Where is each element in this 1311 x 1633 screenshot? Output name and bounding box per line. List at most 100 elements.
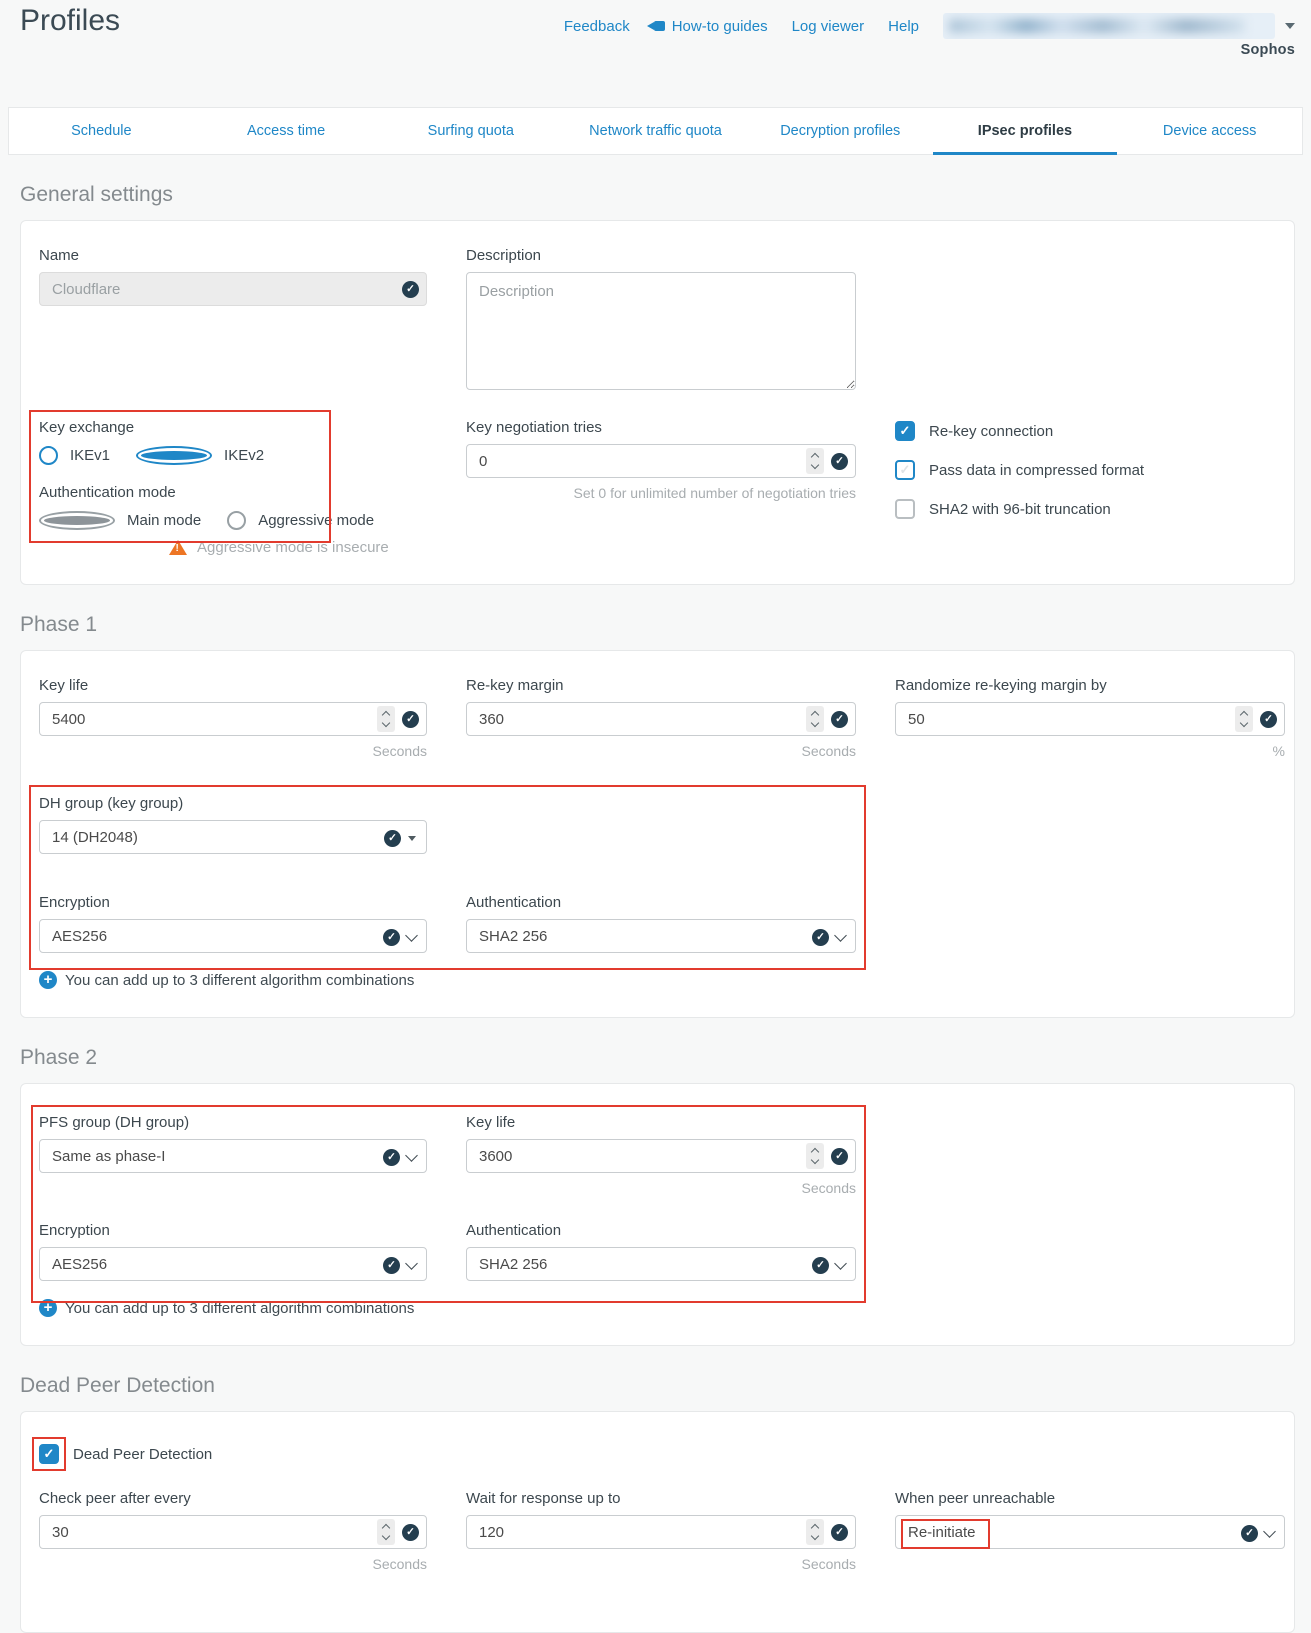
dpd-heading: Dead Peer Detection bbox=[20, 1374, 1295, 1398]
phase1-heading: Phase 1 bbox=[20, 613, 1295, 637]
radio-ikev2-label: IKEv2 bbox=[224, 447, 264, 464]
radio-ikev1[interactable] bbox=[39, 446, 58, 465]
valid-check-icon bbox=[402, 711, 419, 728]
warning-triangle-icon bbox=[169, 540, 187, 555]
p1-key-life-unit: Seconds bbox=[39, 743, 427, 759]
dpd-enable-row: Dead Peer Detection bbox=[39, 1444, 1276, 1464]
valid-check-icon bbox=[383, 1149, 400, 1166]
radio-main-mode-label: Main mode bbox=[127, 512, 201, 529]
p2-encryption-select[interactable]: AES256 bbox=[39, 1247, 427, 1281]
chevron-down-icon bbox=[834, 1257, 847, 1270]
general-settings-heading: General settings bbox=[20, 183, 1295, 207]
valid-check-icon bbox=[402, 281, 419, 298]
valid-check-icon bbox=[812, 929, 829, 946]
description-textarea[interactable] bbox=[466, 272, 856, 390]
number-stepper[interactable] bbox=[377, 1519, 395, 1545]
dpd-card: Dead Peer Detection Check peer after eve… bbox=[20, 1411, 1295, 1633]
key-negotiation-field bbox=[466, 444, 856, 478]
tab-network-traffic-quota[interactable]: Network traffic quota bbox=[563, 108, 748, 154]
checkbox-rekey-connection[interactable] bbox=[895, 421, 915, 441]
phase2-card: PFS group (DH group) Same as phase-I Key… bbox=[20, 1083, 1295, 1346]
p1-randomize-unit: % bbox=[895, 743, 1285, 759]
valid-check-icon bbox=[831, 1148, 848, 1165]
p1-encryption-label: Encryption bbox=[39, 894, 427, 911]
p1-dh-group-select[interactable]: 14 (DH2048) bbox=[39, 820, 427, 854]
p1-authentication-select[interactable]: SHA2 256 bbox=[466, 919, 856, 953]
log-viewer-link[interactable]: Log viewer bbox=[792, 18, 865, 35]
p1-authentication-label: Authentication bbox=[466, 894, 856, 911]
caret-down-icon bbox=[408, 836, 416, 841]
p1-algorithms-group: DH group (key group) 14 (DH2048) Encrypt… bbox=[39, 795, 1276, 953]
valid-check-icon bbox=[402, 1524, 419, 1541]
tab-access-time[interactable]: Access time bbox=[194, 108, 379, 154]
p1-key-life-input[interactable] bbox=[39, 702, 427, 736]
name-input[interactable] bbox=[39, 272, 427, 306]
number-stepper[interactable] bbox=[1235, 706, 1253, 732]
p2-authentication-select[interactable]: SHA2 256 bbox=[466, 1247, 856, 1281]
dpd-unreachable-label: When peer unreachable bbox=[895, 1490, 1285, 1507]
p2-key-life-label: Key life bbox=[466, 1114, 856, 1131]
header-links: Feedback How-to guides Log viewer Help bbox=[564, 13, 1295, 39]
checkbox-pass-compressed-label: Pass data in compressed format bbox=[929, 462, 1144, 479]
tab-schedule[interactable]: Schedule bbox=[9, 108, 194, 154]
key-negotiation-help: Set 0 for unlimited number of negotiatio… bbox=[466, 485, 856, 501]
p2-authentication-label: Authentication bbox=[466, 1222, 856, 1239]
add-circle-icon[interactable] bbox=[39, 1299, 57, 1317]
checkbox-rekey-connection-label: Re-key connection bbox=[929, 423, 1053, 440]
p1-encryption-select[interactable]: AES256 bbox=[39, 919, 427, 953]
number-stepper[interactable] bbox=[806, 1519, 824, 1545]
number-stepper[interactable] bbox=[377, 706, 395, 732]
checkbox-pass-compressed[interactable] bbox=[895, 460, 915, 480]
tab-ipsec-profiles[interactable]: IPsec profiles bbox=[933, 108, 1118, 154]
add-circle-icon[interactable] bbox=[39, 971, 57, 989]
tab-bar: Schedule Access time Surfing quota Netwo… bbox=[8, 107, 1303, 155]
number-stepper[interactable] bbox=[806, 1143, 824, 1169]
video-camera-icon bbox=[654, 21, 665, 31]
p2-combo-note: You can add up to 3 different algorithm … bbox=[39, 1299, 1276, 1317]
device-selector-redacted[interactable] bbox=[943, 13, 1275, 39]
radio-ikev2[interactable] bbox=[136, 446, 212, 465]
blurred-device-name bbox=[949, 19, 1245, 33]
radio-main-mode[interactable] bbox=[39, 511, 115, 530]
feedback-link[interactable]: Feedback bbox=[564, 18, 630, 35]
valid-check-icon bbox=[831, 1524, 848, 1541]
radio-ikev1-label: IKEv1 bbox=[70, 447, 110, 464]
dpd-check-peer-label: Check peer after every bbox=[39, 1490, 427, 1507]
chevron-down-icon[interactable] bbox=[1285, 23, 1295, 29]
dpd-wait-input[interactable] bbox=[466, 1515, 856, 1549]
tab-device-access[interactable]: Device access bbox=[1117, 108, 1302, 154]
tab-decryption-profiles[interactable]: Decryption profiles bbox=[748, 108, 933, 154]
checkbox-sha2-truncation[interactable] bbox=[895, 499, 915, 519]
p1-randomize-label: Randomize re-keying margin by bbox=[895, 677, 1285, 694]
p2-key-life-input[interactable] bbox=[466, 1139, 856, 1173]
p1-randomize-input[interactable] bbox=[895, 702, 1285, 736]
key-negotiation-input[interactable] bbox=[466, 444, 856, 478]
help-link[interactable]: Help bbox=[888, 18, 919, 35]
p1-rekey-margin-input[interactable] bbox=[466, 702, 856, 736]
chevron-down-icon bbox=[1263, 1525, 1276, 1538]
p2-algorithms-group: PFS group (DH group) Same as phase-I Key… bbox=[39, 1114, 1276, 1281]
number-stepper[interactable] bbox=[806, 448, 824, 474]
page-title: Profiles bbox=[20, 4, 120, 38]
dpd-unreachable-select[interactable]: Re-initiate bbox=[895, 1515, 1285, 1549]
howto-guides-link[interactable]: How-to guides bbox=[654, 18, 768, 35]
checkbox-sha2-truncation-label: SHA2 with 96-bit truncation bbox=[929, 501, 1111, 518]
dpd-wait-unit: Seconds bbox=[466, 1556, 856, 1572]
chevron-down-icon bbox=[405, 929, 418, 942]
tab-surfing-quota[interactable]: Surfing quota bbox=[378, 108, 563, 154]
auth-mode-label: Authentication mode bbox=[39, 484, 427, 501]
dpd-wait-label: Wait for response up to bbox=[466, 1490, 856, 1507]
valid-check-icon bbox=[831, 453, 848, 470]
description-label: Description bbox=[466, 247, 856, 264]
key-negotiation-label: Key negotiation tries bbox=[466, 419, 856, 436]
checkbox-dead-peer-detection[interactable] bbox=[39, 1444, 59, 1464]
checkbox-dead-peer-detection-label: Dead Peer Detection bbox=[73, 1446, 212, 1463]
aggressive-mode-warning: Aggressive mode is insecure bbox=[169, 539, 427, 556]
p2-pfs-select[interactable]: Same as phase-I bbox=[39, 1139, 427, 1173]
radio-aggressive-mode[interactable] bbox=[227, 511, 246, 530]
chevron-down-icon bbox=[405, 1257, 418, 1270]
valid-check-icon bbox=[383, 929, 400, 946]
number-stepper[interactable] bbox=[806, 706, 824, 732]
key-exchange-label: Key exchange bbox=[39, 419, 427, 436]
dpd-check-peer-input[interactable] bbox=[39, 1515, 427, 1549]
